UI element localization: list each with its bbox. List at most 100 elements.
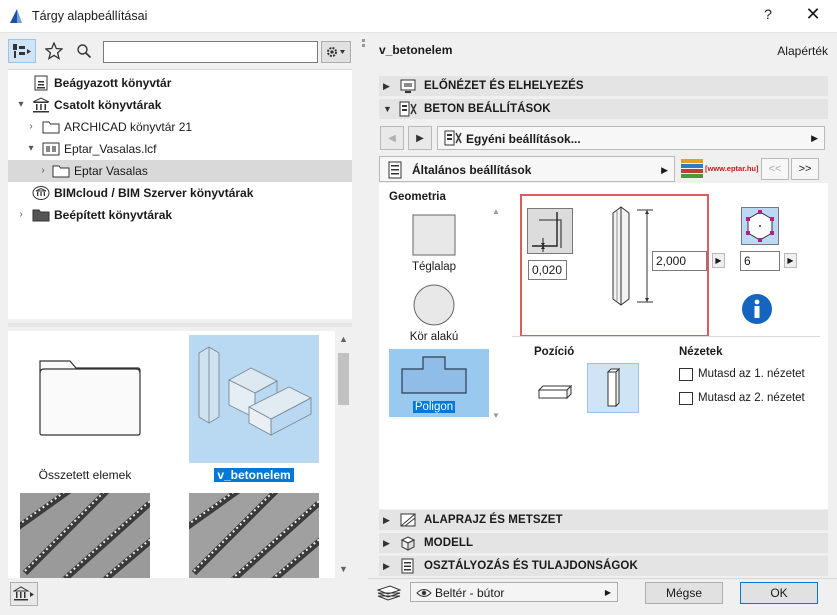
show-view-2-label: Mutasd az 2. nézetet [698, 392, 805, 404]
show-view-1-label: Mutasd az 1. nézetet [698, 368, 805, 380]
scrollbar-thumb[interactable] [338, 353, 349, 405]
height-options-button[interactable]: ▶ [712, 253, 725, 268]
folder-icon [52, 165, 70, 178]
chevron-right-icon: ▶ [811, 133, 818, 143]
cover-offset-input[interactable]: 0,020 [528, 260, 567, 280]
position-title: Pozíció [534, 346, 575, 358]
eptar-logo: [www.eptar.hu] [681, 156, 773, 182]
section-preview-placement[interactable]: ▶ ELŐNÉZET ÉS ELHELYEZÉS [379, 76, 828, 96]
title-bar: Tárgy alapbeállításai ? ✕ [0, 0, 837, 33]
library-toolbar [8, 39, 353, 65]
tree-item-archicad-library[interactable]: › ARCHICAD könyvtár 21 [8, 116, 352, 138]
concrete-element-preview [189, 335, 319, 463]
settings-list-icon [388, 161, 402, 179]
favorites-button[interactable] [40, 39, 68, 63]
defaults-label: Alapérték [777, 44, 828, 58]
previous-page-small-button[interactable]: << [761, 158, 789, 180]
tree-item-label: BIMcloud / BIM Szerver könyvtárak [54, 186, 254, 200]
search-icon [77, 44, 92, 59]
star-icon [45, 42, 63, 60]
concrete-settings-icon [399, 101, 417, 117]
cancel-button[interactable]: Mégse [645, 582, 723, 604]
object-view-button[interactable] [8, 39, 36, 63]
cover-offset-icon[interactable] [527, 208, 573, 254]
scroll-down-icon[interactable]: ▼ [335, 561, 352, 578]
embedded-library-icon [34, 75, 48, 91]
library-manager-button[interactable] [10, 582, 38, 606]
tree-item-bimcloud[interactable]: BIMcloud / BIM Szerver könyvtárak [8, 182, 352, 204]
pane-splitter[interactable] [360, 33, 368, 615]
thumbnail-item-selected[interactable]: v_betonelem [189, 335, 319, 485]
section-classification-properties[interactable]: ▶ OSZTÁLYOZÁS ÉS TULAJDONSÁGOK [379, 556, 828, 576]
info-icon[interactable] [741, 293, 773, 325]
chevron-right-icon: ▶ [383, 514, 390, 525]
section-title: BETON BEÁLLÍTÁSOK [424, 103, 551, 115]
thumbnail-item[interactable]: Összetett elemek [20, 335, 150, 485]
tree-item-embedded-library[interactable]: Beágyazott könyvtár [8, 72, 352, 94]
next-page-button[interactable]: ▶ [408, 126, 432, 150]
floorplan-icon [400, 513, 416, 527]
show-view-2-checkbox[interactable] [679, 392, 693, 405]
layer-dropdown[interactable]: Beltér - bútor ▶ [410, 582, 618, 602]
section-title: ELŐNÉZET ÉS ELHELYEZÉS [424, 80, 584, 92]
chevron-down-icon[interactable]: ▾ [16, 100, 26, 110]
chevron-right-icon[interactable]: › [38, 166, 48, 176]
general-settings-dropdown[interactable]: Általános beállítások ▶ [379, 156, 675, 182]
eptar-url: [www.eptar.hu] [705, 164, 759, 173]
section-concrete-settings[interactable]: ▼ BETON BEÁLLÍTÁSOK [379, 99, 828, 119]
column-elevation-icon [612, 206, 653, 306]
close-button[interactable]: ✕ [800, 4, 826, 26]
ok-button[interactable]: OK [740, 582, 818, 604]
archicad-app-icon [10, 9, 22, 23]
circle-shape-icon [413, 284, 455, 326]
tree-item-label: Beágyazott könyvtár [54, 76, 172, 90]
rectangle-shape-icon [412, 214, 456, 256]
thumbnail-scrollbar[interactable]: ▲ ▼ [335, 331, 352, 578]
tree-item-label: Eptar Vasalas [74, 164, 148, 178]
scroll-up-icon[interactable]: ▲ [335, 331, 352, 348]
search-button[interactable] [70, 39, 98, 63]
geometry-list-scroll[interactable]: ▲ ▼ [492, 207, 502, 422]
chevron-down-icon[interactable]: ▾ [26, 144, 36, 154]
show-view-1-checkbox[interactable] [679, 368, 693, 381]
sides-options-button[interactable]: ▶ [784, 253, 797, 268]
chevron-right-icon[interactable]: › [26, 122, 36, 132]
tree-item-eptar-vasalas[interactable]: › Eptar Vasalas [8, 160, 352, 182]
section-model[interactable]: ▶ MODELL [379, 533, 828, 553]
thumbnail-caption: Összetett elemek [38, 468, 132, 482]
polygon-shape-icon [401, 356, 467, 394]
tree-item-builtin-libraries[interactable]: › Beépített könyvtárak [8, 204, 352, 226]
thumbnail-caption: v_betonelem [189, 468, 319, 482]
section-floorplan-section[interactable]: ▶ ALAPRAJZ ÉS METSZET [379, 510, 828, 530]
position-horizontal-option[interactable] [529, 368, 581, 418]
sides-input[interactable]: 6 [740, 251, 780, 271]
geometry-option-rectangle[interactable]: Téglalap [389, 209, 489, 277]
settings-dropdown-button[interactable] [321, 41, 351, 63]
library-pane: Beágyazott könyvtár ▾ Csatolt könyvtárak… [0, 33, 360, 615]
parameter-panel: Geometria Téglalap Kör alakú Poligon ▲ ▼… [379, 183, 828, 509]
help-button[interactable]: ? [756, 6, 780, 26]
search-input[interactable] [103, 41, 318, 63]
geometry-option-polygon[interactable]: Poligon [389, 349, 489, 417]
object-tree-icon [13, 44, 31, 58]
tree-item-eptar-lcf[interactable]: ▾ Eptar_Vasalas.lcf [8, 138, 352, 160]
tree-item-label: Eptar_Vasalas.lcf [64, 142, 157, 156]
height-input[interactable]: 2,000 [652, 251, 707, 271]
geometry-option-circle[interactable]: Kör alakú [389, 279, 489, 347]
library-building-icon [13, 586, 34, 601]
geometry-list: Téglalap Kör alakú Poligon [389, 207, 502, 422]
rebar-photo-thumbnail[interactable] [189, 493, 319, 578]
rebar-photo-thumbnail[interactable] [20, 493, 150, 578]
polygon-sides-icon[interactable] [741, 207, 779, 245]
chevron-right-icon[interactable]: › [16, 210, 26, 220]
geometry-label: Téglalap [411, 261, 457, 273]
custom-settings-dropdown[interactable]: Egyéni beállítások... ▶ [437, 126, 825, 150]
previous-page-button[interactable]: ◀ [380, 126, 404, 150]
position-vertical-option[interactable] [587, 363, 639, 413]
next-page-small-button[interactable]: >> [791, 158, 819, 180]
tree-item-linked-libraries[interactable]: ▾ Csatolt könyvtárak [8, 94, 352, 116]
horizontal-beam-icon [537, 384, 573, 400]
pane-divider[interactable] [8, 323, 352, 327]
bimcloud-icon [32, 186, 50, 200]
custom-settings-icon [444, 130, 462, 146]
